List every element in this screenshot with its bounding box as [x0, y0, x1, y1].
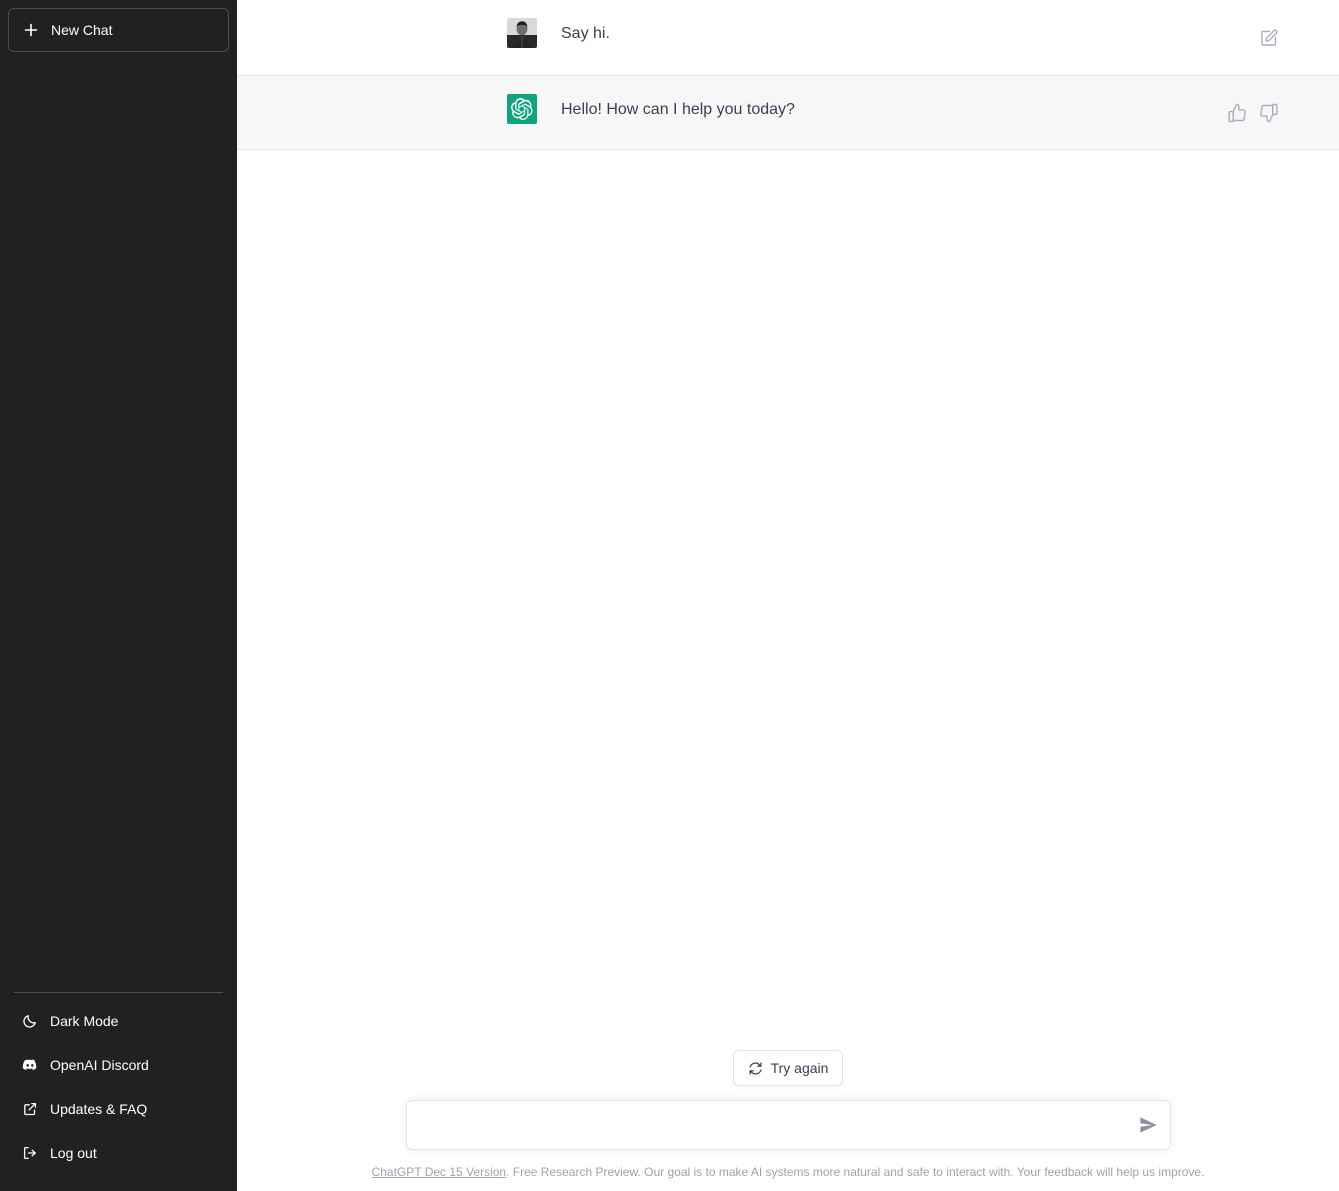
user-avatar — [507, 18, 537, 48]
sidebar-item-openai-discord[interactable]: OpenAI Discord — [8, 1043, 229, 1087]
sidebar-item-label: Dark Mode — [50, 1013, 119, 1029]
refresh-icon — [748, 1061, 763, 1076]
sidebar-item-label: Updates & FAQ — [50, 1101, 148, 1117]
conversation-history-list[interactable] — [8, 52, 229, 992]
thumbs-down-icon[interactable] — [1259, 103, 1279, 123]
edit-icon[interactable] — [1259, 28, 1279, 48]
message-row-assistant: Hello! How can I help you today? — [237, 75, 1339, 150]
message-text: Say hi. — [561, 25, 610, 42]
logout-icon — [22, 1145, 38, 1161]
moon-icon — [22, 1013, 38, 1029]
assistant-message-actions — [1227, 103, 1279, 123]
openai-logo-avatar — [507, 94, 537, 124]
new-chat-label: New Chat — [51, 22, 113, 38]
discord-icon — [22, 1057, 38, 1073]
message-text: Hello! How can I help you today? — [561, 101, 795, 118]
external-link-icon — [22, 1101, 38, 1117]
message-thread: Say hi. Hello! How can I help you today? — [237, 0, 1339, 150]
send-icon[interactable] — [1138, 1115, 1158, 1135]
plus-icon — [23, 22, 39, 38]
composer-area: Try again ChatGPT Dec 15 Version. Free R… — [237, 1050, 1339, 1191]
message-row-user: Say hi. — [237, 0, 1339, 75]
chatgpt-app: New Chat Dark Mode OpenAI Discord Update… — [0, 0, 1339, 1191]
composer-input-wrapper[interactable] — [405, 1100, 1171, 1151]
sidebar-item-updates-faq[interactable]: Updates & FAQ — [8, 1087, 229, 1131]
main-content: Say hi. Hello! How can I help you today?… — [237, 0, 1339, 1191]
version-link[interactable]: ChatGPT Dec 15 Version — [372, 1165, 507, 1179]
sidebar-item-dark-mode[interactable]: Dark Mode — [8, 999, 229, 1043]
sidebar-footer: Dark Mode OpenAI Discord Updates & FAQ L… — [8, 992, 229, 1183]
sidebar-item-log-out[interactable]: Log out — [8, 1131, 229, 1175]
sidebar-item-label: Log out — [50, 1145, 97, 1161]
thumbs-up-icon[interactable] — [1227, 103, 1247, 123]
message-input[interactable] — [420, 1113, 1126, 1138]
sidebar: New Chat Dark Mode OpenAI Discord Update… — [0, 0, 237, 1191]
footer-disclaimer: ChatGPT Dec 15 Version. Free Research Pr… — [372, 1164, 1205, 1181]
sidebar-divider — [14, 992, 223, 993]
sidebar-item-label: OpenAI Discord — [50, 1057, 149, 1073]
new-chat-button[interactable]: New Chat — [8, 8, 229, 52]
try-again-label: Try again — [770, 1060, 829, 1077]
disclaimer-text: . Free Research Preview. Our goal is to … — [506, 1165, 1205, 1180]
user-message-actions — [1259, 28, 1279, 48]
try-again-button[interactable]: Try again — [732, 1050, 844, 1087]
